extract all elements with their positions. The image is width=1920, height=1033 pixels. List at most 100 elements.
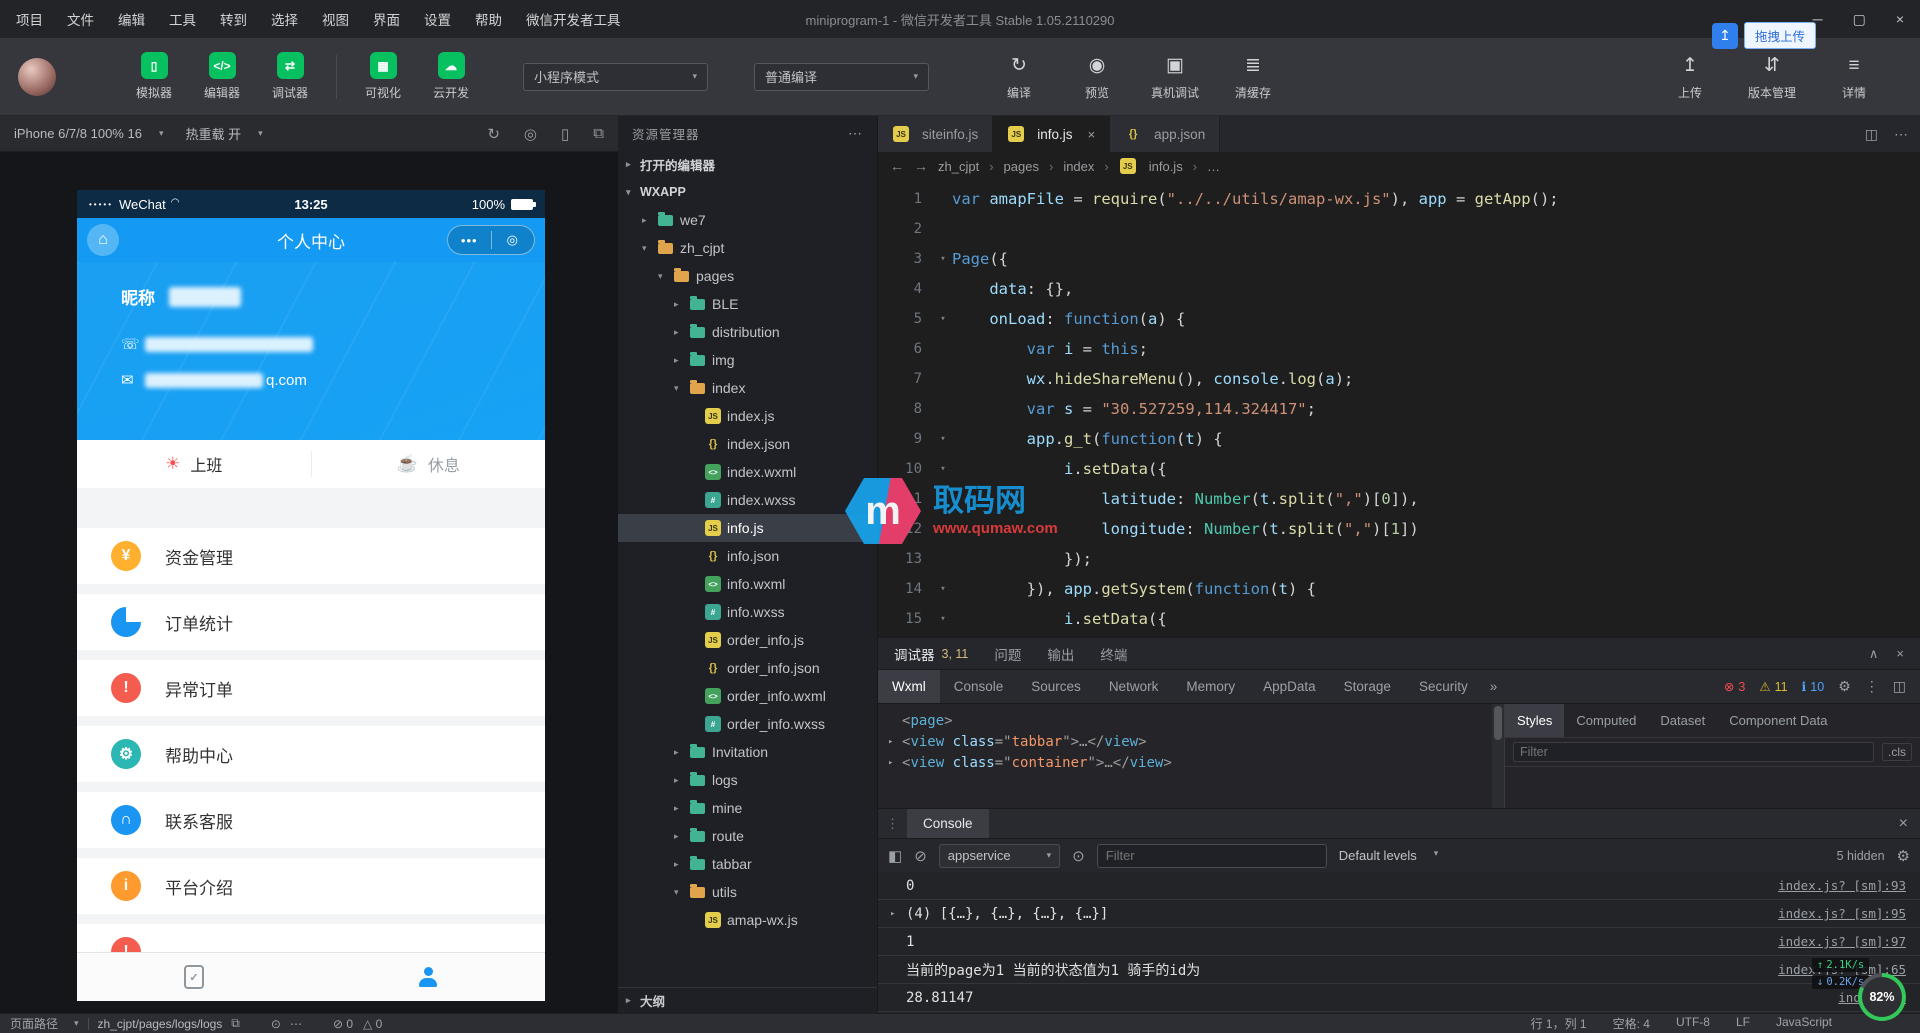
code-line[interactable]: 7 wx.hideShareMenu(), console.log(a); [878, 364, 1920, 394]
status-segment[interactable]: JavaScript [1776, 1015, 1832, 1032]
upload-button[interactable]: ↥上传 [1656, 52, 1724, 101]
tree-item[interactable]: {}info.json [618, 542, 877, 570]
devtools-tab[interactable]: Memory [1172, 670, 1249, 703]
breadcrumb-item[interactable]: zh_cjpt [938, 159, 979, 174]
editor-button[interactable]: </>编辑器 [188, 52, 256, 101]
cloud-dev-button[interactable]: ☁云开发 [417, 52, 485, 101]
close-icon[interactable]: × [1896, 11, 1904, 28]
styles-filter-input[interactable] [1513, 742, 1874, 762]
home-button[interactable]: ⌂ [87, 224, 119, 256]
phone-menu-item[interactable]: ⚙帮助中心 [77, 726, 545, 782]
fold-icon[interactable]: ▾ [934, 254, 952, 264]
tree-item[interactable]: ▸Invitation [618, 738, 877, 766]
phone-menu-item[interactable]: 订单统计 [77, 594, 545, 650]
devtools-tab[interactable]: AppData [1249, 670, 1330, 703]
menu-item[interactable]: 编辑 [118, 9, 145, 29]
tree-item[interactable]: JSindex.js [618, 402, 877, 430]
code-line[interactable]: 2 [878, 214, 1920, 244]
fold-icon[interactable]: ▾ [934, 614, 952, 624]
code-line[interactable]: 1var amapFile = require("../../utils/ama… [878, 184, 1920, 214]
tab-orders[interactable]: ✓ [77, 953, 311, 1001]
hot-reload-toggle[interactable]: 热重载 开 ▾ [185, 124, 262, 143]
avatar[interactable] [18, 58, 56, 96]
tree-item[interactable]: JSinfo.js [618, 514, 877, 542]
tree-item[interactable]: {}index.json [618, 430, 877, 458]
phone-menu-item[interactable]: !异常订单 [77, 660, 545, 716]
styles-tab[interactable]: Computed [1564, 704, 1648, 737]
console-sidebar-icon[interactable]: ◧ [888, 847, 902, 865]
tree-item[interactable]: JSamap-wx.js [618, 906, 877, 934]
source-link[interactable]: index.js? [sm]:97 [1778, 934, 1906, 949]
code-line[interactable]: 15▾ i.setData({ [878, 604, 1920, 634]
close-icon[interactable]: × [1088, 127, 1096, 142]
visualizer-button[interactable]: ▦可视化 [349, 52, 417, 101]
tree-item[interactable]: ▸BLE [618, 290, 877, 318]
gear-icon[interactable]: ⚙ [1838, 678, 1851, 695]
problems-indicator[interactable]: ⊘ 0 △ 0 [333, 1017, 382, 1031]
styles-tab[interactable]: Styles [1505, 704, 1564, 737]
details-button[interactable]: ≡详情 [1820, 52, 1888, 101]
explorer-section[interactable]: ▾WXAPP [618, 178, 877, 206]
worktab-work[interactable]: ☀上班 [77, 452, 311, 476]
copy-icon[interactable]: ⧉ [231, 1016, 240, 1031]
worktab-rest[interactable]: ☕休息 [312, 452, 546, 476]
editor-tab[interactable]: JSsiteinfo.js [878, 116, 993, 152]
element-node[interactable]: <page> [888, 710, 1492, 731]
editor-tab[interactable]: {}app.json [1110, 116, 1220, 152]
close-icon[interactable]: × [1899, 815, 1908, 833]
close-icon[interactable]: × [1896, 646, 1904, 662]
info-count[interactable]: ℹ10 [1802, 679, 1825, 694]
split-editor-icon[interactable]: ◫ [1865, 126, 1878, 143]
page-path-selector[interactable]: 页面路径 ▾ [10, 1015, 79, 1032]
tree-item[interactable]: ▸logs [618, 766, 877, 794]
phone-icon[interactable]: ▯ [561, 125, 569, 143]
tree-item[interactable]: ▾pages [618, 262, 877, 290]
preview-button[interactable]: ◉预览 [1063, 52, 1131, 101]
devtools-tab[interactable]: Network [1095, 670, 1173, 703]
tab-profile[interactable] [311, 953, 545, 1001]
expand-icon[interactable]: ▸ [890, 909, 906, 919]
code-area[interactable]: 1var amapFile = require("../../utils/ama… [878, 180, 1920, 634]
menu-item[interactable]: 项目 [16, 9, 43, 29]
menu-item[interactable]: 选择 [271, 9, 298, 29]
menu-item[interactable]: 视图 [322, 9, 349, 29]
debug-tab[interactable]: 输出 [1047, 644, 1074, 664]
expand-icon[interactable]: ▸ [888, 737, 902, 747]
menu-item[interactable]: 工具 [169, 9, 196, 29]
devtools-tab[interactable]: Sources [1017, 670, 1095, 703]
maximize-icon[interactable]: ▢ [1853, 11, 1866, 28]
refresh-icon[interactable]: ↻ [487, 125, 500, 143]
code-line[interactable]: 3▾Page({ [878, 244, 1920, 274]
styles-tab[interactable]: Dataset [1648, 704, 1717, 737]
overflow-icon[interactable]: » [1482, 670, 1506, 703]
tree-item[interactable]: ▾zh_cjpt [618, 234, 877, 262]
more-icon[interactable]: ⋯ [1894, 126, 1908, 143]
back-icon[interactable]: ← [890, 158, 904, 174]
tree-item[interactable]: ▸we7 [618, 206, 877, 234]
drag-handle-icon[interactable]: ⋮ [878, 816, 907, 832]
code-line[interactable]: 8 var s = "30.527259,114.324417"; [878, 394, 1920, 424]
devtools-tab[interactable]: Wxml [878, 670, 940, 703]
eye-icon[interactable]: ⊙ [271, 1017, 281, 1031]
code-line[interactable]: 9▾ app.g_t(function(t) { [878, 424, 1920, 454]
source-link[interactable]: index.js? [sm]:95 [1778, 906, 1906, 921]
code-line[interactable]: 5▾ onLoad: function(a) { [878, 304, 1920, 334]
context-select[interactable]: appservice ▾ [939, 844, 1060, 868]
editor-tab[interactable]: JSinfo.js× [993, 116, 1110, 152]
status-segment[interactable]: 空格: 4 [1613, 1015, 1650, 1032]
capsule-menu[interactable]: ••• ◎ [447, 225, 535, 255]
console-filter-input[interactable] [1097, 844, 1327, 868]
phone-menu-item[interactable]: ¥资金管理 [77, 528, 545, 584]
drag-upload-hint[interactable]: ↥ 拖拽上传 [1712, 22, 1816, 49]
fold-icon[interactable]: ▾ [934, 464, 952, 474]
element-node[interactable]: ▸<view class="container">…</view> [888, 752, 1492, 773]
record-icon[interactable]: ◎ [524, 125, 537, 143]
compile-mode-select[interactable]: 普通编译 ▾ [754, 63, 929, 91]
kebab-menu-icon[interactable]: ⋮ [1865, 678, 1879, 695]
menu-item[interactable]: 界面 [373, 9, 400, 29]
log-levels-select[interactable]: Default levels ▾ [1339, 848, 1439, 863]
tree-item[interactable]: <>info.wxml [618, 570, 877, 598]
tree-item[interactable]: ▾utils [618, 878, 877, 906]
tree-item[interactable]: ▸mine [618, 794, 877, 822]
phone-menu-item[interactable]: ∩联系客服 [77, 792, 545, 848]
